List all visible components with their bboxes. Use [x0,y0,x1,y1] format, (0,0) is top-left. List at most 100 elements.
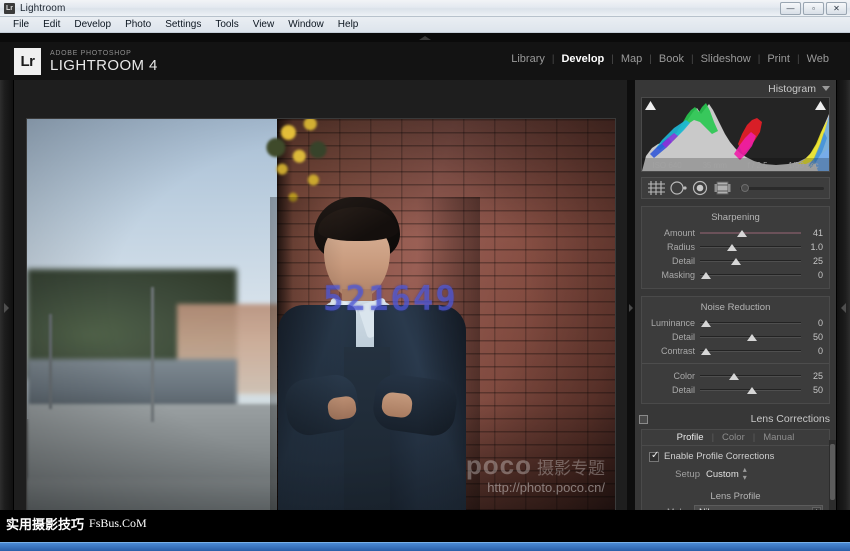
histogram-graph[interactable]: ISO 640 35 mm f / 2.5 1/50 sec [641,97,830,172]
slider-value[interactable]: 0 [801,270,823,280]
noise-reduction-section: Noise Reduction Luminance 0 Detail 50 Co… [641,296,830,404]
slider-knob[interactable] [731,258,742,265]
slider-track [700,322,801,324]
menu-develop[interactable]: Develop [67,17,118,32]
slider-track-wrap[interactable] [700,227,801,239]
slider-track [700,246,801,248]
slider-color[interactable]: Color 25 [642,369,829,383]
slider-track-wrap[interactable] [700,345,801,357]
slider-value[interactable]: 50 [801,332,823,342]
scrollbar-thumb[interactable] [830,444,835,500]
slider-masking[interactable]: Masking 0 [642,268,829,282]
slider-knob[interactable] [701,320,711,327]
menu-file[interactable]: File [6,17,36,32]
module-map[interactable]: Map [614,53,649,65]
right-panel-inner-toggle[interactable] [627,80,635,535]
module-web[interactable]: Web [800,53,836,65]
slider-luminance-contrast[interactable]: Contrast 0 [642,344,829,358]
identity-badge[interactable]: Lr [14,47,41,75]
module-develop[interactable]: Develop [554,53,611,65]
histogram-panel-header[interactable]: Histogram [635,80,836,97]
menu-settings[interactable]: Settings [158,17,208,32]
enable-profile-corrections-row[interactable]: ✓ Enable Profile Corrections [642,446,829,466]
setup-value[interactable]: Custom [706,469,739,480]
spot-removal-icon[interactable] [669,180,688,196]
slider-track [700,274,801,276]
slider-track-wrap[interactable] [700,255,801,267]
enable-profile-corrections-checkbox[interactable]: ✓ [649,450,659,462]
menu-view[interactable]: View [246,17,282,32]
slider-knob[interactable] [701,272,711,279]
slider-knob[interactable] [701,348,711,355]
slider-knob[interactable] [729,373,740,380]
shadow-clipping-indicator[interactable] [645,101,656,110]
image-canvas[interactable]: 521649 poco 摄影专题 http://photo.poco.cn/ [14,80,627,541]
left-panel-collapse-toggle[interactable] [0,80,14,535]
slider-track-wrap[interactable] [700,384,801,396]
slider-detail[interactable]: Detail 25 [642,254,829,268]
module-book[interactable]: Book [652,53,691,65]
sharpening-title: Sharpening [711,212,760,223]
identity-line1: ADOBE PHOTOSHOP [50,49,132,57]
slider-knob[interactable] [727,244,738,251]
brush-slider-knob[interactable] [741,184,749,192]
slider-amount[interactable]: Amount 41 [642,226,829,240]
slider-knob[interactable] [737,230,748,237]
photo-number-overlay: 521649 [323,279,458,319]
slider-value[interactable]: 1.0 [801,242,823,252]
tab-manual[interactable]: Manual [755,432,802,443]
tab-color[interactable]: Color [714,432,753,443]
lens-corrections-panel-header[interactable]: Lens Corrections [635,411,836,427]
slider-luminance-detail[interactable]: Detail 50 [642,330,829,344]
slider-value[interactable]: 0 [801,318,823,328]
module-print[interactable]: Print [760,53,797,65]
module-library[interactable]: Library [504,53,552,65]
slider-color-detail[interactable]: Detail 50 [642,383,829,397]
slider-track-wrap[interactable] [700,370,801,382]
menu-tools[interactable]: Tools [208,17,245,32]
panel-switch-icon[interactable] [639,414,648,424]
watermark-en-text: FsBus.CoM [89,516,147,530]
slider-radius[interactable]: Radius 1.0 [642,240,829,254]
histogram-iso: ISO 640 [652,161,682,170]
slider-track-wrap[interactable] [700,241,801,253]
slider-knob[interactable] [747,334,758,341]
photo-frame[interactable]: 521649 poco 摄影专题 http://photo.poco.cn/ [27,119,615,522]
menu-photo[interactable]: Photo [118,17,158,32]
module-slideshow[interactable]: Slideshow [694,53,758,65]
maximize-button[interactable]: ▫ [803,2,824,15]
site-watermark: 实用摄影技巧 FsBus.CoM [0,514,153,533]
right-panel-collapse-toggle[interactable] [836,80,850,535]
slider-knob[interactable] [747,387,758,394]
slider-value[interactable]: 25 [801,256,823,266]
photo-image: 521649 poco 摄影专题 http://photo.poco.cn/ [27,119,615,522]
slider-track-wrap[interactable] [700,269,801,281]
red-eye-correction-icon[interactable] [691,180,710,196]
stepper-icon[interactable]: ▴▾ [743,466,747,482]
menu-window[interactable]: Window [281,17,331,32]
slider-track-wrap[interactable] [700,331,801,343]
menu-edit[interactable]: Edit [36,17,67,32]
slider-value[interactable]: 50 [801,385,823,395]
window-titlebar: Lr Lightroom — ▫ ✕ [0,0,850,17]
setup-row[interactable]: Setup Custom ▴ ▾ [642,466,829,487]
adjustment-brush-size-slider[interactable] [740,184,824,192]
slider-label: Radius [666,242,695,252]
highlight-clipping-indicator[interactable] [815,101,826,110]
tab-profile[interactable]: Profile [669,432,712,443]
watermark-cn-text: 实用摄影技巧 [6,518,85,533]
lens-corrections-tabs: Profile | Color | Manual [642,430,829,446]
crop-overlay-icon[interactable] [647,180,666,196]
graduated-filter-icon[interactable] [713,180,732,196]
slider-luminance[interactable]: Luminance 0 [642,316,829,330]
close-button[interactable]: ✕ [826,2,847,15]
menu-help[interactable]: Help [331,17,366,32]
chevron-down-icon[interactable] [822,86,830,91]
slider-value[interactable]: 41 [801,228,823,238]
photo-poco-watermark: poco 摄影专题 http://photo.poco.cn/ [466,452,605,494]
slider-track-wrap[interactable] [700,317,801,329]
top-panel-collapse-toggle[interactable] [0,33,850,42]
slider-value[interactable]: 0 [801,346,823,356]
slider-value[interactable]: 25 [801,371,823,381]
minimize-button[interactable]: — [780,2,801,15]
